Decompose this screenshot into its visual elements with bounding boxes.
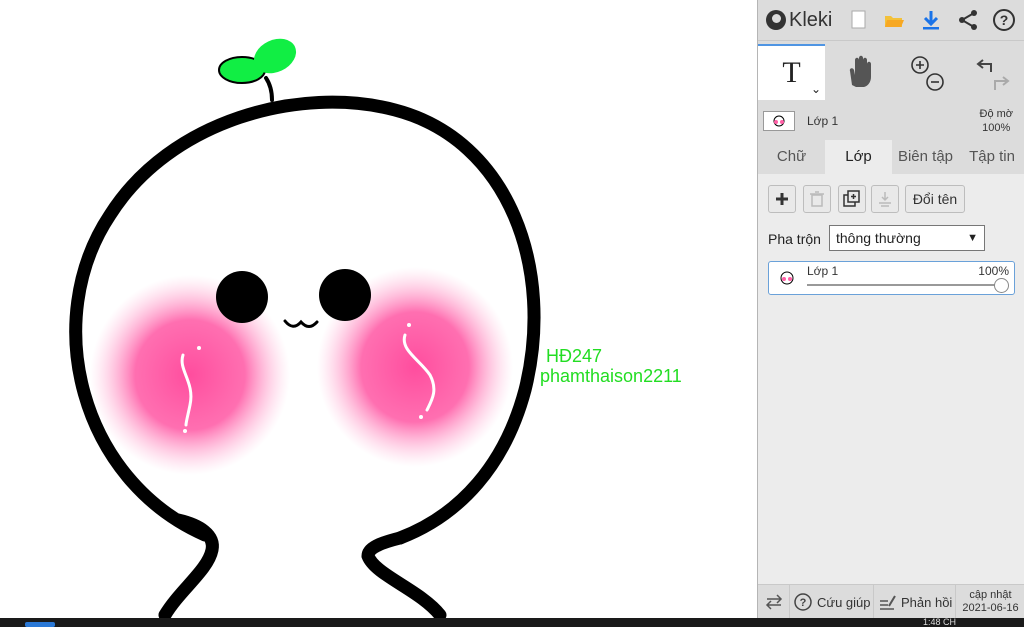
zoom-in-icon[interactable] [910,56,929,74]
canvas-text-line-1: HĐ247 [546,346,603,366]
help-button[interactable]: ? Cứu giúp [790,585,874,619]
os-taskbar: 1:48 CH [0,617,1024,627]
top-toolbar: Kleki ? [758,0,1024,41]
rename-layer-button[interactable]: Đổi tên [905,185,965,213]
new-page-icon[interactable] [846,8,870,32]
svg-text:?: ? [1000,12,1009,28]
opacity-label: Độ mờ [979,108,1014,120]
canvas-drawing [69,38,541,622]
tab-text[interactable]: Chữ [758,140,825,174]
blend-mode-select[interactable]: thông thường ▼ [829,225,985,251]
panel-tabs: Chữ Lớp Biên tập Tập tin [758,140,1024,174]
hand-tool-button[interactable] [825,44,892,100]
help-label: Cứu giúp [817,594,871,610]
help-circle-icon: ? [794,593,812,611]
layer-opacity-indicator: Độ mờ 100% [980,107,1014,135]
canvas-text-line-2: phamthaison2211 [540,366,682,386]
redo-icon[interactable] [994,76,1010,90]
layers-panel: Đổi tên Pha trộn thông thường ▼ Lớp 1 10… [758,174,1024,584]
share-icon[interactable] [956,8,980,32]
update-date: 2021-06-16 [962,602,1019,614]
blend-mode-label: Pha trộn [768,231,821,247]
layer-thumbnail [780,271,794,285]
layer-list-item-opacity: 100% [978,264,1009,278]
svg-text:?: ? [800,597,807,609]
taskbar-app-icon[interactable] [25,622,55,627]
plus-icon [776,193,788,205]
layer-list-item[interactable]: Lớp 1 100% [768,261,1015,295]
opacity-slider-handle[interactable] [994,278,1009,293]
download-icon[interactable] [919,8,943,32]
drawing-canvas[interactable]: HĐ247 phamthaison2211 [0,0,757,627]
chevron-down-icon: ▼ [967,232,978,244]
zoom-out-icon[interactable] [925,73,944,91]
opacity-slider-track[interactable] [807,284,1002,286]
update-info[interactable]: cập nhật 2021-06-16 [956,585,1024,619]
text-tool-icon: T [782,56,801,89]
add-layer-button[interactable] [768,185,796,213]
duplicate-layer-button[interactable] [838,185,866,213]
merge-down-icon [879,192,891,207]
zoom-buttons [892,44,959,100]
blend-mode-value: thông thường [836,230,921,246]
layer-thumbnail[interactable] [763,111,795,131]
current-layer-name: Lớp 1 [807,114,839,128]
tool-row: T ⌄ [758,44,1024,100]
swap-side-button[interactable] [758,585,790,619]
text-tool-button[interactable]: T ⌄ [758,44,825,100]
open-folder-icon[interactable] [882,8,906,32]
trash-icon [810,191,824,207]
merge-down-button[interactable] [871,185,899,213]
feedback-label: Phản hồi [901,594,953,610]
undo-icon[interactable] [976,59,992,72]
feedback-button[interactable]: Phản hồi [874,585,956,619]
feedback-icon [880,595,896,610]
current-layer-row: Lớp 1 Độ mờ 100% [758,100,1024,138]
swap-arrows-icon [765,594,782,610]
bottom-bar: ? Cứu giúp Phản hồi cập nhật 2021-06-16 [758,584,1024,619]
sidebar: Kleki ? T ⌄ Lớp 1 Độ mờ 100% Chữ Lớp Biê… [757,0,1024,619]
duplicate-icon [843,190,860,207]
tab-layers[interactable]: Lớp [825,140,892,174]
layer-list-item-name: Lớp 1 [807,264,839,278]
kleki-logo-icon [766,10,786,30]
history-buttons [959,44,1024,100]
kleki-logo[interactable]: Kleki [766,6,832,34]
update-label: cập nhật [969,589,1012,601]
hand-tool-icon [849,55,871,87]
opacity-value: 100% [982,122,1011,134]
taskbar-clock: 1:48 CH [922,617,956,627]
delete-layer-button[interactable] [803,185,831,213]
tab-file[interactable]: Tập tin [959,140,1024,174]
app-name: Kleki [789,8,833,31]
help-icon[interactable]: ? [992,8,1016,32]
tab-edit[interactable]: Biên tập [892,140,959,174]
chevron-down-icon[interactable]: ⌄ [811,82,821,96]
